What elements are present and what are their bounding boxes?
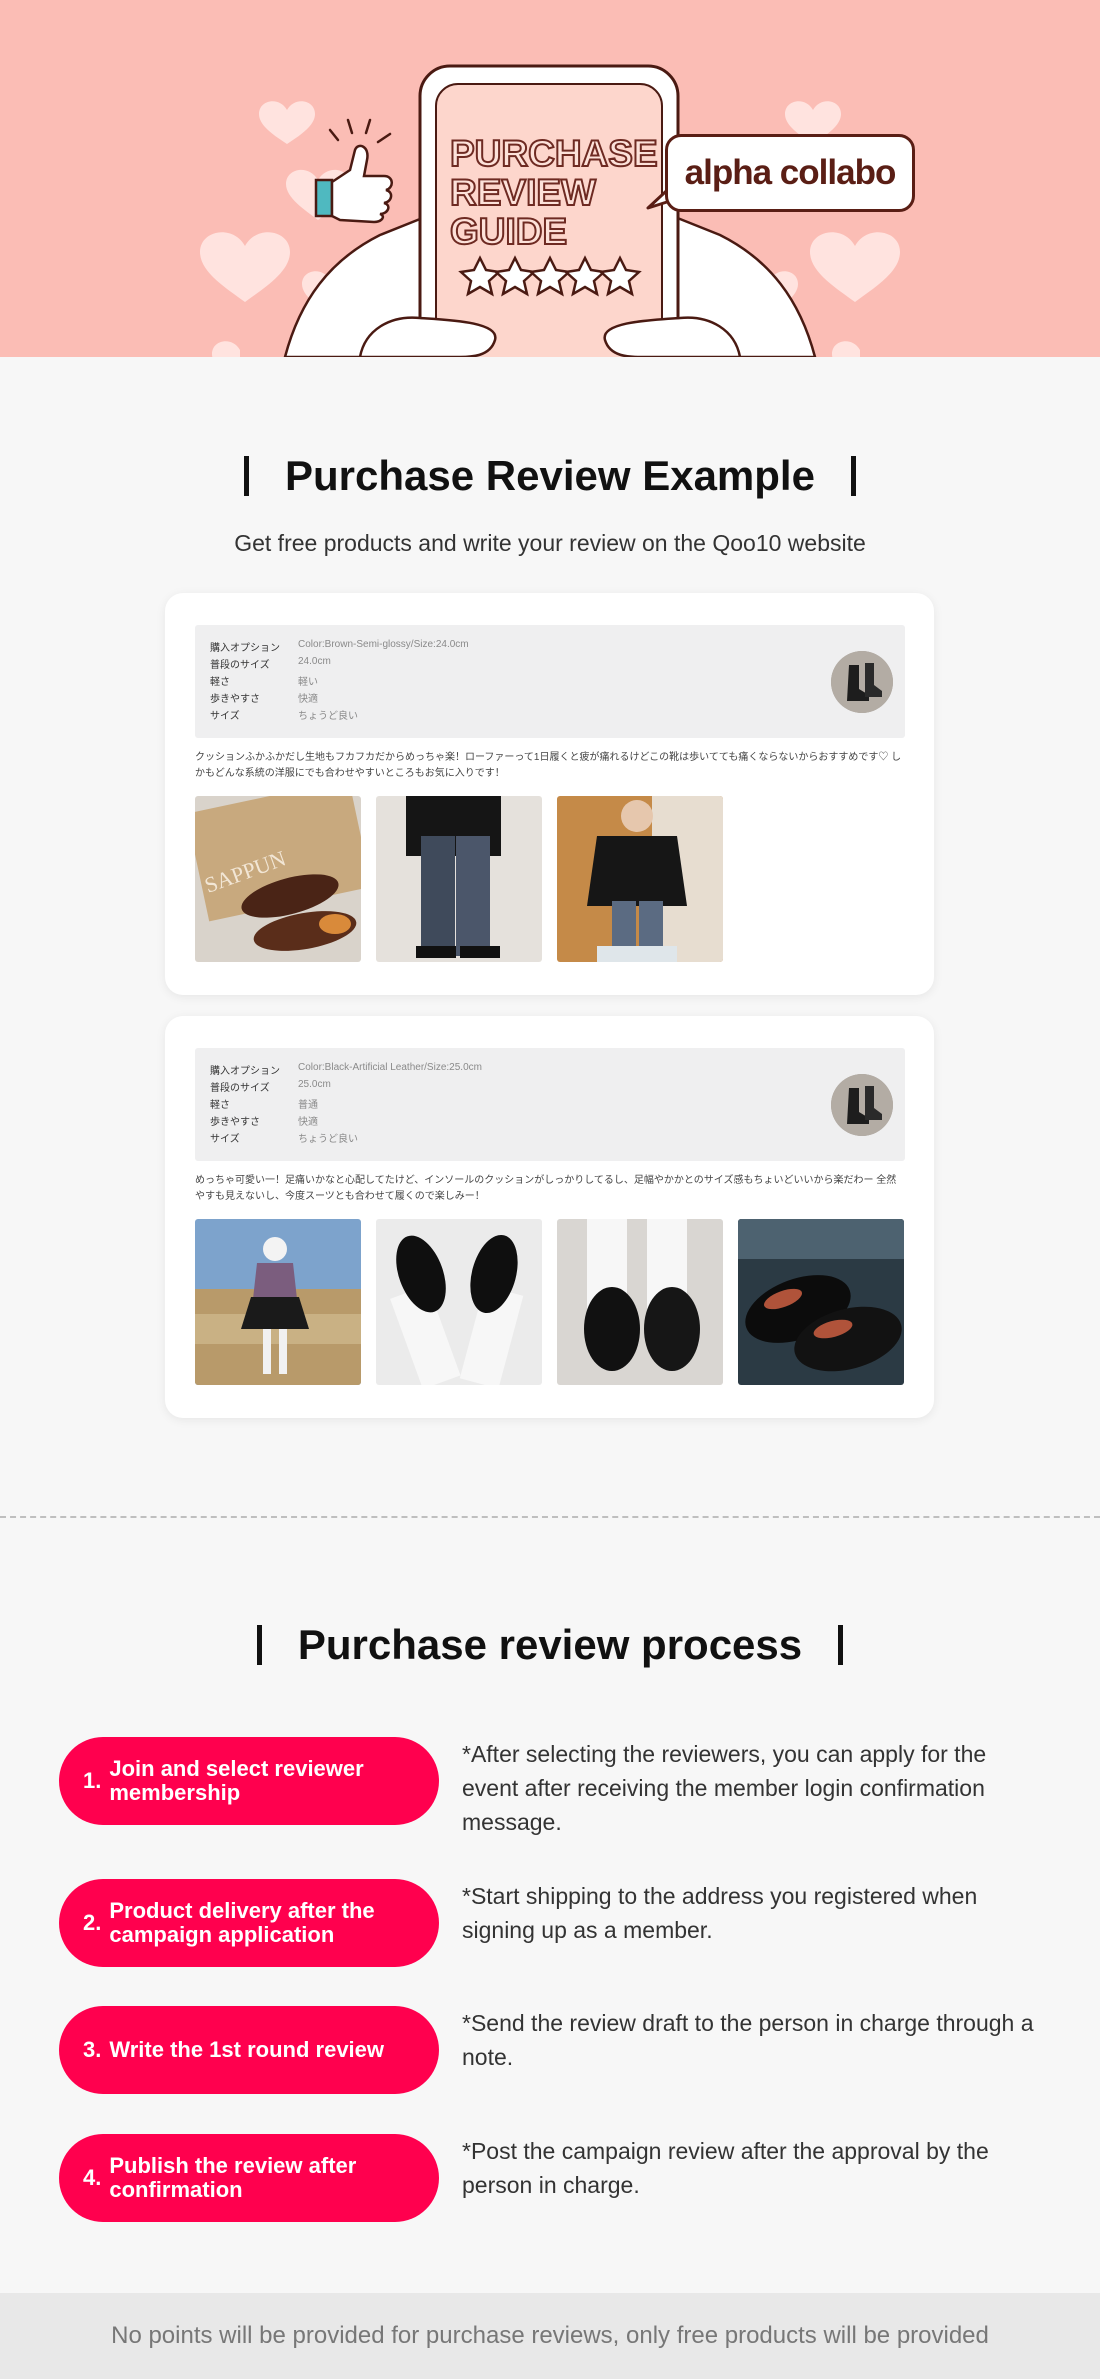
step-number: 3. <box>83 2037 102 2062</box>
option-key: 歩きやすさ <box>210 1117 260 1128</box>
option-value: 軽い <box>298 677 318 688</box>
option-row: 購入オプション Color:Brown-Semi-glossy/Size:24.0… <box>210 639 469 654</box>
option-key: サイズ <box>210 1134 240 1145</box>
option-value: Color:Black-Artificial Leather/Size:25.0… <box>298 1062 482 1073</box>
hero-title-line: PURCHASE <box>449 133 659 174</box>
review-photo[interactable] <box>195 1219 361 1385</box>
option-key: サイズ <box>210 711 240 722</box>
review-card: 購入オプション Color:Black-Artificial Leather/Si… <box>165 1016 934 1418</box>
product-thumbnail[interactable] <box>831 1074 893 1136</box>
footer-note-text: No points will be provided for purchase … <box>111 2322 989 2349</box>
option-row: サイズ ちょうど良い <box>210 1130 358 1145</box>
section-divider <box>0 1516 1100 1518</box>
option-key: 軽さ <box>210 677 230 688</box>
option-key: 普段のサイズ <box>210 660 270 671</box>
step-label: Join and select reviewer membership <box>109 1756 364 1805</box>
option-value: Color:Brown-Semi-glossy/Size:24.0cm <box>298 639 469 650</box>
option-row: 購入オプション Color:Black-Artificial Leather/Si… <box>210 1062 482 1077</box>
process-heading: Purchase review process <box>0 1621 1100 1669</box>
hero-title: PURCHASE REVIEW GUIDE <box>449 133 670 252</box>
purchase-options-box: 購入オプション Color:Brown-Semi-glossy/Size:24.0… <box>195 625 905 738</box>
step-number: 2. <box>83 1910 102 1935</box>
brand-speech-bubble: alpha collabo <box>665 134 915 212</box>
heading-bar-right <box>838 1625 844 1665</box>
brand-name: alpha collabo <box>684 153 897 192</box>
option-row: サイズ ちょうど良い <box>210 707 358 722</box>
review-text: クッションふかふかだし生地もフカフカだからめっちゃ楽！ローファーって1日履くと疲… <box>195 752 902 779</box>
process-step-4: 4. Publish the review after confirmation <box>59 2134 439 2222</box>
heading-bar-left <box>244 456 250 496</box>
heading-bar-right <box>850 456 856 496</box>
option-row: 歩きやすさ 快適 <box>210 690 318 705</box>
step-description: *After selecting the reviewers, you can … <box>462 1741 987 1835</box>
step-description: *Start shipping to the address you regis… <box>462 1883 978 1943</box>
step-number: 1. <box>83 1768 102 1793</box>
product-thumbnail[interactable] <box>831 651 893 713</box>
heading-bar-left <box>256 1625 262 1665</box>
process-step-1: 1. Join and select reviewer membership <box>59 1737 439 1825</box>
review-card: 購入オプション Color:Brown-Semi-glossy/Size:24.0… <box>165 593 934 995</box>
option-value: 普通 <box>298 1100 318 1111</box>
process-step-3: 3. Write the 1st round review <box>59 2006 439 2094</box>
option-row: 軽さ 普通 <box>210 1096 318 1111</box>
option-value: ちょうど良い <box>298 711 358 722</box>
option-value: ちょうど良い <box>298 1134 358 1145</box>
example-subtitle: Get free products and write your review … <box>234 530 866 556</box>
thumbs-up-icon <box>314 118 393 224</box>
hero-title-line: GUIDE <box>449 211 568 252</box>
review-text: めっちゃ可愛い一！足痛いかなと心配してたけど、インソールのクッションがしっかりし… <box>195 1175 897 1202</box>
example-heading-text: Purchase Review Example <box>285 452 815 499</box>
option-key: 購入オプション <box>210 1066 280 1077</box>
option-row: 普段のサイズ 24.0cm <box>210 656 331 671</box>
footer-note: No points will be provided for purchase … <box>0 2293 1100 2379</box>
review-photo[interactable]: SAPPUN <box>195 796 361 962</box>
review-photo[interactable] <box>557 1219 723 1385</box>
option-row: 普段のサイズ 25.0cm <box>210 1079 331 1094</box>
hero-title-line: REVIEW <box>449 172 597 213</box>
option-value: 25.0cm <box>298 1079 331 1090</box>
option-row: 軽さ 軽い <box>210 673 318 688</box>
option-key: 軽さ <box>210 1100 230 1111</box>
review-photo[interactable] <box>376 796 542 962</box>
step-description: *Post the campaign review after the appr… <box>462 2138 989 2198</box>
purchase-options-box: 購入オプション Color:Black-Artificial Leather/Si… <box>195 1048 905 1161</box>
option-row: 歩きやすさ 快適 <box>210 1113 318 1128</box>
step-description: *Send the review draft to the person in … <box>462 2010 1034 2070</box>
process-step-2: 2. Product delivery after the campaign a… <box>59 1879 439 1967</box>
step-number: 4. <box>83 2165 102 2190</box>
option-key: 普段のサイズ <box>210 1083 270 1094</box>
option-value: 快適 <box>298 1117 318 1128</box>
option-key: 歩きやすさ <box>210 694 260 705</box>
option-key: 購入オプション <box>210 643 280 654</box>
step-label: Publish the review after confirmation <box>109 2153 357 2202</box>
review-photo[interactable] <box>738 1219 904 1385</box>
review-photo[interactable] <box>376 1219 542 1385</box>
step-label: Write the 1st round review <box>109 2037 385 2062</box>
hero-banner: PURCHASE REVIEW GUIDE alpha collabo <box>0 0 1100 357</box>
example-heading: Purchase Review Example <box>0 452 1100 500</box>
step-label: Product delivery after the campaign appl… <box>109 1898 375 1947</box>
review-photo[interactable] <box>557 796 723 962</box>
process-heading-text: Purchase review process <box>297 1621 803 1668</box>
option-value: 24.0cm <box>298 656 331 667</box>
option-value: 快適 <box>298 694 318 705</box>
